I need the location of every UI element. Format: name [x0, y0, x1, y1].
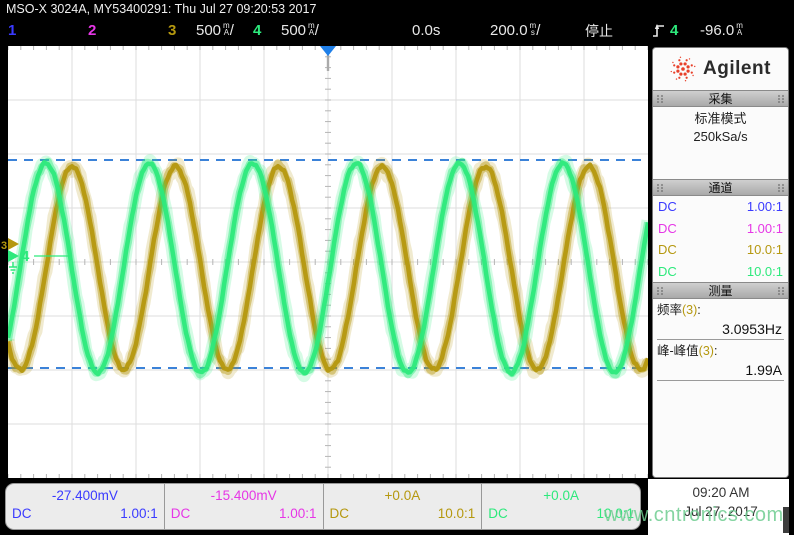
watermark: www.cntronics.com	[604, 504, 784, 527]
measurement-value: 1.99A	[657, 360, 784, 381]
channel-1-badge[interactable]: 1	[8, 18, 16, 46]
probe-ratio: 10.0:1	[747, 239, 783, 261]
panel-header-acquisition[interactable]: 采集	[653, 90, 788, 107]
channel-4-badge[interactable]: 4	[253, 18, 261, 46]
probe-ratio: 1.00:1	[747, 218, 783, 240]
measurement-source: (3)	[682, 303, 697, 317]
channel-row-1[interactable]: DC 1.00:1	[653, 196, 788, 218]
ch3-unit: mA	[223, 23, 230, 36]
grip-icon	[656, 94, 664, 104]
coupling: DC	[658, 218, 677, 240]
trigger-level-readout[interactable]: -96.0mA	[700, 18, 743, 46]
probe-ratio: 1.00:1	[747, 196, 783, 218]
status-row: 1 2 3 500mA/ 4 500mA/ 0.0s 200.0ms/ 停止 4…	[0, 18, 794, 46]
channels-title: 通道	[664, 179, 777, 196]
acquisition-mode: 标准模式	[653, 110, 788, 128]
panel-spacer	[653, 146, 788, 179]
grip-icon	[777, 94, 785, 104]
channel-status-bar: -27.400mV DC 1.00:1 -15.400mV DC 1.00:1 …	[5, 483, 641, 530]
coupling: DC	[171, 504, 191, 523]
delay-readout[interactable]: 0.0s	[412, 18, 440, 46]
measurement-label: 峰-峰值	[657, 344, 699, 358]
channel-1-box[interactable]: -27.400mV DC 1.00:1	[6, 484, 165, 529]
probe-ratio: 10.0:1	[438, 504, 476, 523]
waveform-display: 4	[8, 46, 648, 478]
sample-rate: 250kSa/s	[653, 128, 788, 146]
channel-3-scale[interactable]: 500mA/	[196, 18, 234, 46]
scope-graticule: 4	[8, 46, 648, 478]
grip-icon	[656, 286, 664, 296]
channel-offset-value: +0.0A	[330, 487, 476, 504]
channel-offset-value: -15.400mV	[171, 487, 317, 504]
coupling: DC	[488, 504, 508, 523]
grip-icon	[777, 286, 785, 296]
panel-header-measure[interactable]: 测量	[653, 282, 788, 299]
brand-name: Agilent	[703, 58, 771, 80]
panel-header-channels[interactable]: 通道	[653, 179, 788, 196]
trigger-level-unit: mA	[736, 23, 743, 36]
grip-icon	[777, 183, 785, 193]
trigger-position-marker[interactable]	[320, 46, 336, 56]
channel-row-4[interactable]: DC 10.0:1	[653, 261, 788, 283]
trigger-source[interactable]: 4	[670, 18, 678, 46]
measurement-frequency[interactable]: 频率(3): 3.0953Hz	[653, 299, 788, 340]
coupling: DC	[12, 504, 32, 523]
probe-ratio: 1.00:1	[120, 504, 158, 523]
screen-right-edge	[789, 0, 794, 535]
trigger-time-tick	[327, 55, 329, 71]
measurement-peak-to-peak[interactable]: 峰-峰值(3): 1.99A	[653, 340, 788, 381]
channel-row-2[interactable]: DC 1.00:1	[653, 218, 788, 240]
coupling: DC	[658, 239, 677, 261]
measurement-label: 频率	[657, 303, 682, 317]
probe-ratio: 1.00:1	[279, 504, 317, 523]
coupling: DC	[658, 261, 677, 283]
run-state[interactable]: 停止	[585, 18, 613, 46]
channel-3-ground-marker[interactable]: 3	[1, 240, 7, 252]
measurement-source: (3)	[699, 344, 714, 358]
timebase-readout[interactable]: 200.0ms/	[490, 18, 540, 46]
measure-title: 测量	[664, 282, 777, 299]
channel-2-badge[interactable]: 2	[88, 18, 96, 46]
brand-row: Agilent	[653, 48, 788, 90]
channel-3-box[interactable]: +0.0A DC 10.0:1	[324, 484, 483, 529]
channel-3-badge[interactable]: 3	[168, 18, 176, 46]
sidebar: Agilent 采集 标准模式 250kSa/s 通道 DC 1.00:1 DC…	[652, 47, 789, 478]
channel-4-label: 4	[21, 248, 30, 265]
agilent-logo-icon	[670, 56, 696, 82]
channel-offset-value: -27.400mV	[12, 487, 158, 504]
trigger-edge-icon[interactable]	[652, 18, 665, 46]
channel-4-scale[interactable]: 500mA/	[281, 18, 319, 46]
channel-2-box[interactable]: -15.400mV DC 1.00:1	[165, 484, 324, 529]
coupling: DC	[658, 196, 677, 218]
titlebar: MSO-X 3024A, MY53400291: Thu Jul 27 09:2…	[0, 0, 794, 18]
clock-time: 09:20 AM	[648, 485, 794, 500]
channel-offset-value: +0.0A	[488, 487, 634, 504]
grip-icon	[656, 183, 664, 193]
instrument-title: MSO-X 3024A, MY53400291: Thu Jul 27 09:2…	[6, 2, 316, 16]
coupling: DC	[330, 504, 350, 523]
acquisition-title: 采集	[664, 90, 777, 107]
probe-ratio: 10.0:1	[747, 261, 783, 283]
channel-row-3[interactable]: DC 10.0:1	[653, 239, 788, 261]
ch4-unit: mA	[308, 23, 315, 36]
panel-filler	[653, 381, 788, 478]
measurement-value: 3.0953Hz	[657, 319, 784, 340]
